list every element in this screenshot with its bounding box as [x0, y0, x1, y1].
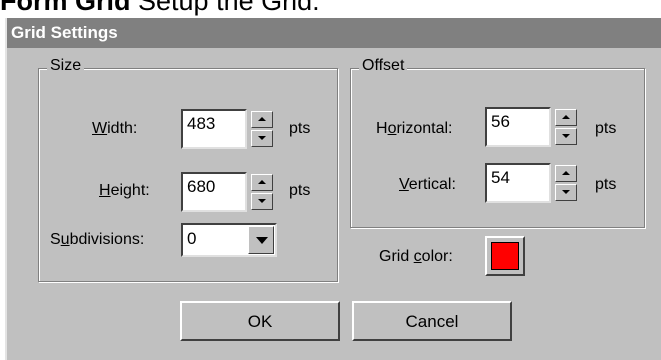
offset-group-label: Offset [359, 57, 408, 75]
horizontal-label: Horizontal: [376, 120, 453, 137]
vertical-label: Vertical: [399, 176, 456, 193]
subdivisions-dropdown-button[interactable] [248, 226, 274, 254]
height-label: Height: [99, 182, 150, 199]
arrow-up-icon [258, 180, 266, 184]
height-spinner[interactable]: 680 [181, 172, 281, 212]
arrow-down-icon [258, 199, 266, 203]
horizontal-increment-button[interactable] [555, 109, 577, 126]
width-field[interactable]: 483 [181, 109, 247, 149]
horizontal-field[interactable]: 56 [485, 107, 551, 147]
width-decrement-button[interactable] [251, 130, 273, 147]
vertical-decrement-button[interactable] [555, 184, 577, 201]
width-increment-button[interactable] [251, 111, 273, 128]
offset-group: Offset [350, 57, 645, 228]
height-field[interactable]: 680 [181, 172, 247, 212]
horizontal-unit: pts [595, 120, 617, 137]
cancel-button[interactable]: Cancel [352, 301, 512, 341]
width-label: Width: [92, 120, 138, 137]
arrow-down-icon [562, 134, 570, 138]
arrow-down-icon [562, 190, 570, 194]
width-unit: pts [289, 120, 311, 137]
subdivisions-select[interactable]: 0 [181, 223, 277, 257]
subdivisions-label: Subdivisions: [50, 231, 145, 248]
grid-color-label: Grid color: [379, 248, 453, 265]
dialog-title: Grid Settings [7, 18, 661, 48]
arrow-up-icon [562, 115, 570, 119]
height-increment-button[interactable] [251, 174, 273, 191]
height-decrement-button[interactable] [251, 193, 273, 210]
grid-color-swatch-button[interactable] [485, 236, 525, 276]
subdivisions-value: 0 [187, 229, 197, 248]
horizontal-decrement-button[interactable] [555, 128, 577, 145]
arrow-up-icon [258, 117, 266, 121]
caption-bold: Form Grid [0, 0, 131, 16]
width-spinner[interactable]: 483 [181, 109, 281, 149]
vertical-field[interactable]: 54 [485, 163, 551, 203]
page-caption: Form Grid Setup the Grid. [0, 0, 320, 17]
grid-color-swatch [491, 242, 519, 270]
height-unit: pts [289, 182, 311, 199]
ok-button[interactable]: OK [180, 301, 340, 341]
grid-settings-dialog: Grid Settings Size Width: 483 pts Height… [5, 18, 661, 360]
size-group-label: Size [47, 57, 85, 75]
horizontal-spinner[interactable]: 56 [485, 107, 585, 147]
vertical-spinner[interactable]: 54 [485, 163, 585, 203]
arrow-down-icon [258, 136, 266, 140]
caption-rest: Setup the Grid. [130, 0, 320, 16]
chevron-down-icon [256, 237, 268, 244]
vertical-increment-button[interactable] [555, 165, 577, 182]
vertical-unit: pts [595, 176, 617, 193]
arrow-up-icon [562, 171, 570, 175]
